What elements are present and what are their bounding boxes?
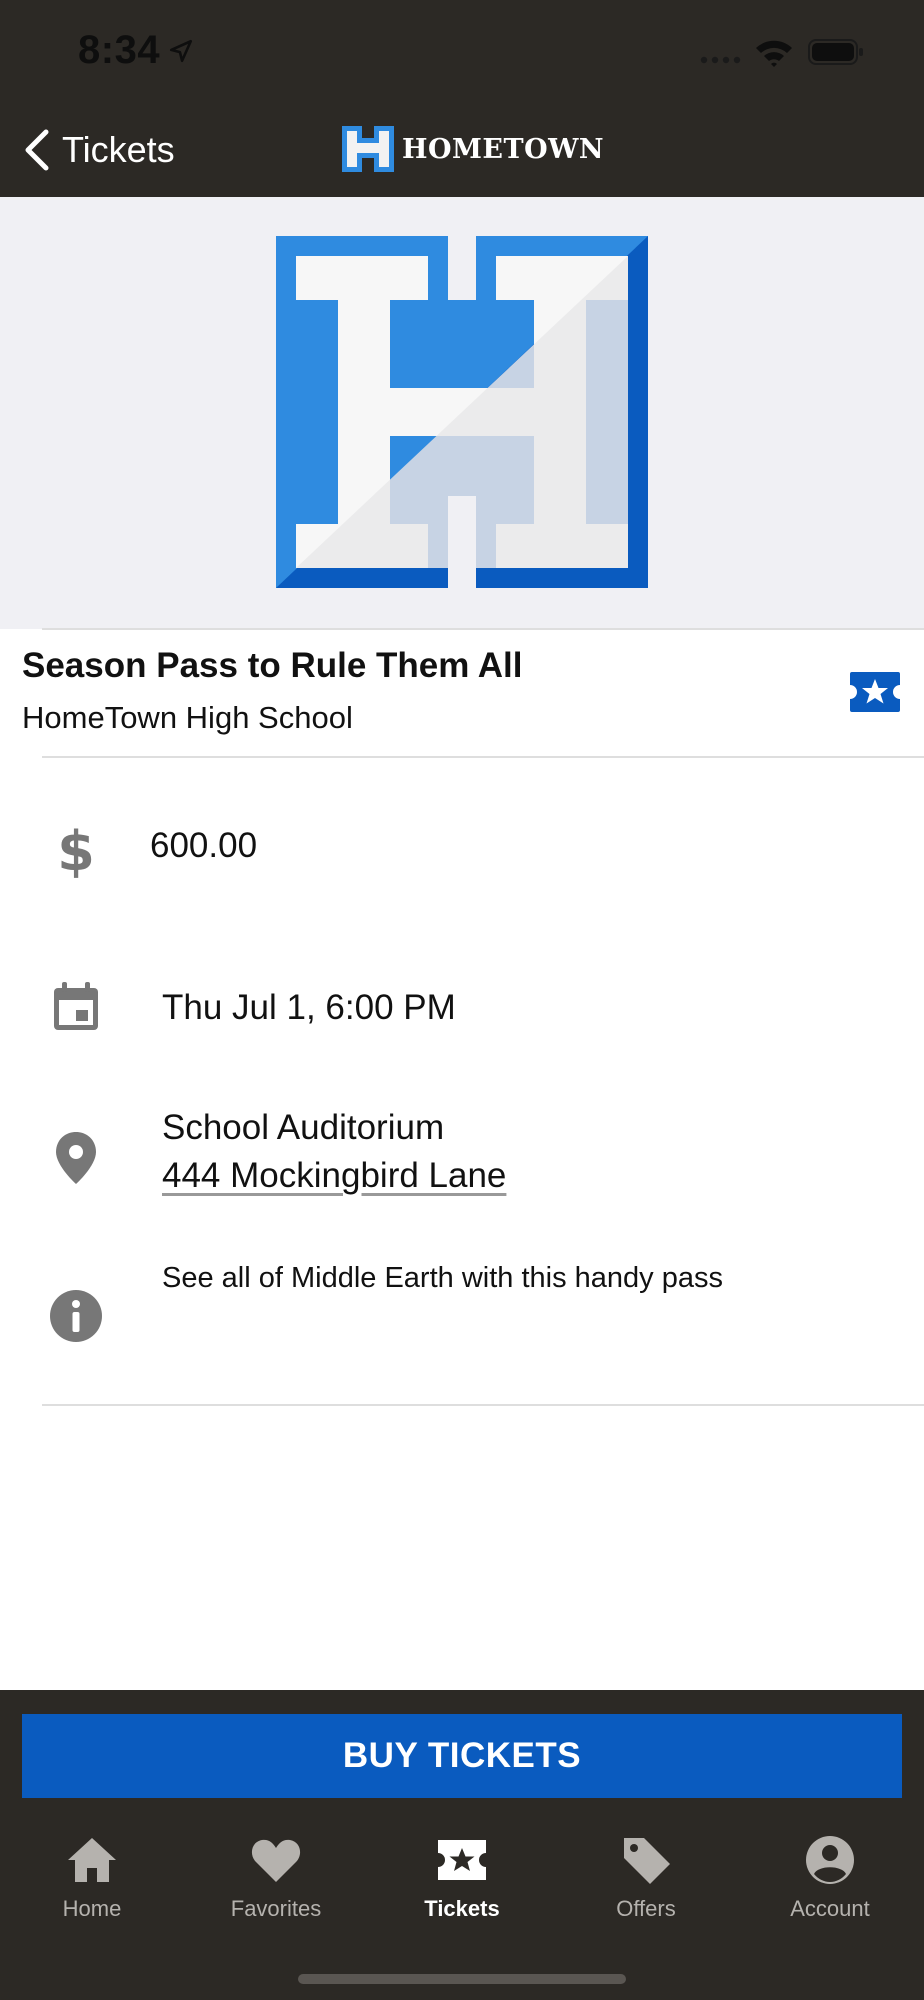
home-indicator <box>298 1974 626 1984</box>
divider <box>42 628 924 630</box>
chevron-left-icon <box>25 129 49 171</box>
back-button[interactable]: Tickets <box>22 120 175 180</box>
tab-label: Offers <box>616 1896 676 1921</box>
divider <box>42 1404 924 1406</box>
divider <box>42 756 924 758</box>
tab-label: Account <box>790 1896 870 1921</box>
info-icon <box>50 1290 102 1342</box>
tab-offers[interactable]: Offers <box>566 1834 726 1922</box>
hometown-h-logo <box>276 236 648 588</box>
dollar-icon: $ <box>57 822 95 878</box>
hometown-h-logo-small <box>342 126 394 172</box>
tab-favorites[interactable]: Favorites <box>196 1834 356 1922</box>
event-organization: HomeTown High School <box>22 700 353 735</box>
event-venue: School Auditorium <box>162 1108 445 1147</box>
svg-text:$: $ <box>57 822 95 878</box>
brand-text: HOMETOWN <box>402 133 605 165</box>
tab-tickets[interactable]: Tickets <box>382 1834 542 1922</box>
back-label: Tickets <box>62 129 175 170</box>
location-arrow-icon <box>169 39 193 63</box>
battery-icon <box>808 39 863 65</box>
tab-label: Favorites <box>230 1896 322 1921</box>
home-icon <box>68 1838 116 1882</box>
account-icon <box>806 1836 854 1884</box>
heart-icon <box>251 1839 301 1882</box>
event-datetime: Thu Jul 1, 6:00 PM <box>162 988 456 1027</box>
tab-home[interactable]: Home <box>12 1834 172 1922</box>
calendar-icon <box>54 982 98 1030</box>
cellular-signal-icon <box>700 56 741 64</box>
brand-logo: HOMETOWN <box>340 122 604 176</box>
tag-icon <box>624 1838 670 1884</box>
status-time: 8:34 <box>78 28 161 72</box>
event-address-link[interactable]: 444 Mockingbird Lane <box>162 1156 506 1196</box>
tab-account[interactable]: Account <box>750 1834 910 1922</box>
wifi-icon <box>756 40 792 67</box>
event-description: See all of Middle Earth with this handy … <box>162 1262 723 1294</box>
ticket-price: 600.00 <box>150 826 258 865</box>
location-pin-icon <box>56 1132 96 1184</box>
ticket-star-icon <box>850 672 900 712</box>
ticket-icon <box>438 1840 486 1880</box>
tab-label: Tickets <box>424 1896 500 1921</box>
event-title: Season Pass to Rule Them All <box>22 646 523 685</box>
buy-tickets-button[interactable]: BUY TICKETS <box>22 1714 902 1798</box>
tab-label: Home <box>62 1896 122 1921</box>
